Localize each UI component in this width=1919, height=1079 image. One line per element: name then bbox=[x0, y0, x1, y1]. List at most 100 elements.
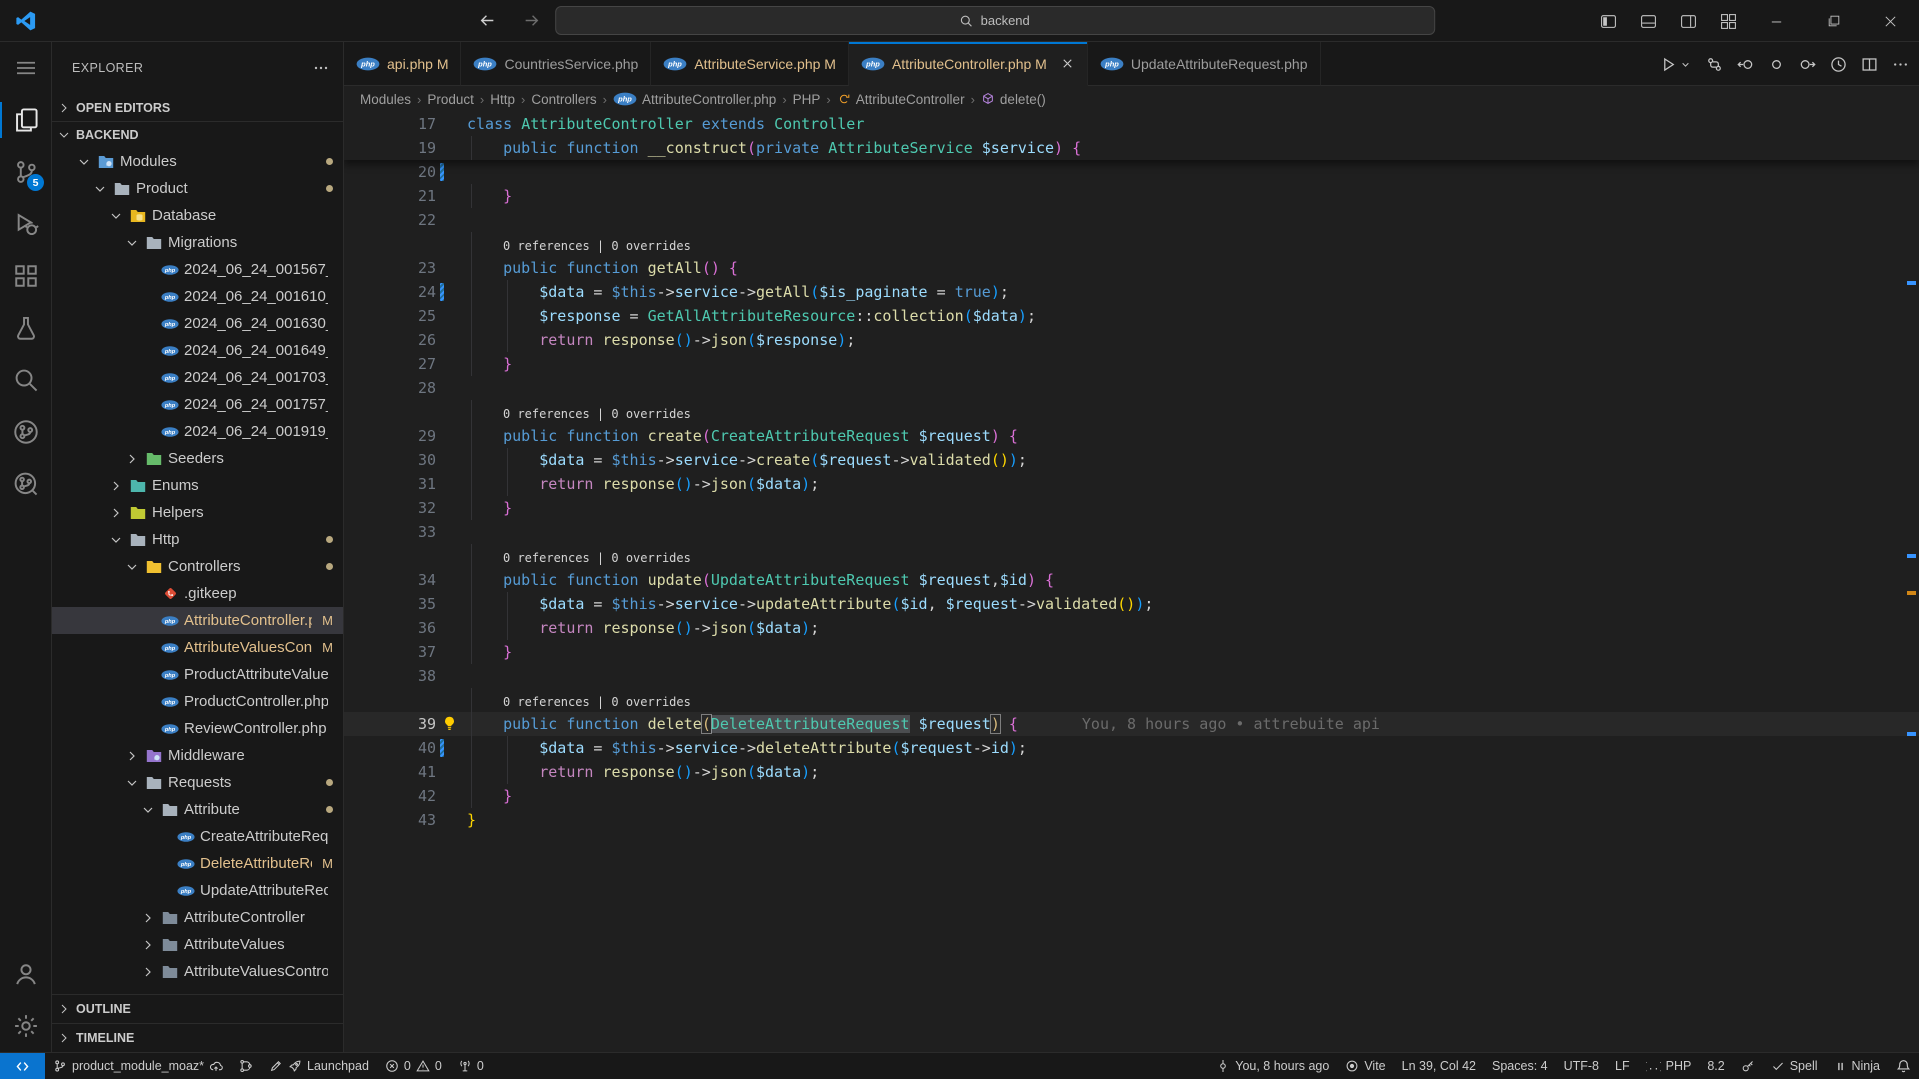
tree-item-2024-06-24-001919-create-revie-[interactable]: php2024_06_24_001919_create_revie... bbox=[52, 418, 343, 445]
code-editor[interactable]: 17class AttributeController extends Cont… bbox=[344, 112, 1919, 1052]
toggle-secondary-sidebar-button[interactable] bbox=[1668, 0, 1708, 42]
status-blame-summary[interactable]: You, 8 hours ago bbox=[1208, 1053, 1337, 1079]
tab-attributecontroller-php[interactable]: phpAttributeController.php M bbox=[849, 42, 1088, 86]
command-center-search[interactable]: backend bbox=[555, 6, 1435, 35]
activity-source-control-icon[interactable]: 5 bbox=[0, 146, 51, 198]
status-ninja[interactable]: Ninja bbox=[1826, 1053, 1889, 1079]
status-encoding[interactable]: UTF-8 bbox=[1556, 1053, 1607, 1079]
status-spell-checker[interactable]: Spell bbox=[1763, 1053, 1826, 1079]
tree-item-2024-06-24-001567-create-prod-[interactable]: php2024_06_24_001567_create_prod... bbox=[52, 256, 343, 283]
breadcrumb-item-attributecontroller[interactable]: AttributeController bbox=[837, 92, 965, 107]
tree-item-requests[interactable]: Requests bbox=[52, 769, 343, 796]
nav-back-button[interactable] bbox=[474, 8, 500, 34]
activity-run-and-debug-icon[interactable] bbox=[0, 198, 51, 250]
split-editor-icon[interactable] bbox=[1861, 56, 1878, 73]
tree-item-attributevaluescontroller-p-[interactable]: phpAttributeValuesController.p...M bbox=[52, 634, 343, 661]
status-remote-indicator[interactable] bbox=[0, 1053, 45, 1079]
file-history-icon[interactable] bbox=[1830, 56, 1847, 73]
codelens-row[interactable]: 0 references | 0 overrides bbox=[344, 544, 1919, 568]
codelens-label[interactable]: 0 references | 0 overrides bbox=[467, 239, 691, 253]
tree-item-seeders[interactable]: Seeders bbox=[52, 445, 343, 472]
activity-menu-icon[interactable] bbox=[0, 42, 51, 94]
run-dropdown[interactable] bbox=[1679, 58, 1692, 71]
tab-countriesservice-php[interactable]: phpCountriesService.php bbox=[461, 42, 651, 86]
tree-item-migrations[interactable]: Migrations bbox=[52, 229, 343, 256]
tree-item-2024-06-24-001610-create-prod-[interactable]: php2024_06_24_001610_create_prod... bbox=[52, 283, 343, 310]
previous-change-icon[interactable] bbox=[1737, 56, 1754, 73]
codelens-row[interactable]: 0 references | 0 overrides bbox=[344, 400, 1919, 424]
codelens-label[interactable]: 0 references | 0 overrides bbox=[467, 551, 691, 565]
close-window-button[interactable] bbox=[1862, 0, 1919, 42]
status-notifications[interactable] bbox=[1888, 1053, 1919, 1079]
status-gitlens-graph[interactable] bbox=[231, 1053, 261, 1079]
tree-item-reviewcontroller-php[interactable]: phpReviewController.php bbox=[52, 715, 343, 742]
status-eol[interactable]: LF bbox=[1607, 1053, 1638, 1079]
breadcrumb-item-http[interactable]: Http bbox=[490, 92, 515, 107]
activity-explorer-icon[interactable] bbox=[0, 94, 51, 146]
activity-gitlens-inspect-icon[interactable] bbox=[0, 458, 51, 510]
tree-item-attribute[interactable]: Attribute bbox=[52, 796, 343, 823]
tree-item-2024-06-24-001757-create-prod-[interactable]: php2024_06_24_001757_create_prod... bbox=[52, 391, 343, 418]
tree-item-http[interactable]: Http bbox=[52, 526, 343, 553]
current-change-icon[interactable] bbox=[1768, 56, 1785, 73]
tree-item-helpers[interactable]: Helpers bbox=[52, 499, 343, 526]
codelens-row[interactable]: 0 references | 0 overrides bbox=[344, 232, 1919, 256]
tree-item-attributevalues[interactable]: AttributeValues bbox=[52, 931, 343, 958]
breadcrumb-item-modules[interactable]: Modules bbox=[360, 92, 411, 107]
status-git-branch[interactable]: product_module_moaz* bbox=[45, 1053, 231, 1079]
next-change-icon[interactable] bbox=[1799, 56, 1816, 73]
tree-item-product[interactable]: Product bbox=[52, 175, 343, 202]
minimize-button[interactable] bbox=[1748, 0, 1805, 42]
breadcrumb-item-attributecontroller-php[interactable]: phpAttributeController.php bbox=[613, 92, 776, 107]
toggle-primary-sidebar-button[interactable] bbox=[1588, 0, 1628, 42]
status-cursor-position[interactable]: Ln 39, Col 42 bbox=[1394, 1053, 1484, 1079]
maximize-button[interactable] bbox=[1805, 0, 1862, 42]
outline-section[interactable]: OUTLINE bbox=[52, 994, 343, 1023]
tree-item-2024-06-24-001703-create-prod-[interactable]: php2024_06_24_001703_create_prod... bbox=[52, 364, 343, 391]
compare-changes-icon[interactable] bbox=[1706, 56, 1723, 73]
tree-item-enums[interactable]: Enums bbox=[52, 472, 343, 499]
tab-attributeservice-php[interactable]: phpAttributeService.php M bbox=[651, 42, 849, 86]
activity-search-icon[interactable] bbox=[0, 354, 51, 406]
status-indentation[interactable]: Spaces: 4 bbox=[1484, 1053, 1556, 1079]
tree-item-createattributerequest-php[interactable]: phpCreateAttributeRequest.php bbox=[52, 823, 343, 850]
tree-item-modules[interactable]: Modules bbox=[52, 148, 343, 175]
more-actions-icon[interactable] bbox=[1892, 56, 1909, 73]
status-ports[interactable]: 0 bbox=[450, 1053, 492, 1079]
breadcrumb-item-product[interactable]: Product bbox=[427, 92, 474, 107]
close-icon[interactable] bbox=[1060, 56, 1075, 71]
tree-item-attributevaluescontroller[interactable]: AttributeValuesController bbox=[52, 958, 343, 985]
activity-accounts-icon[interactable] bbox=[0, 948, 51, 1000]
activity-settings-icon[interactable] bbox=[0, 1000, 51, 1052]
nav-forward-button[interactable] bbox=[518, 8, 544, 34]
status-php-version[interactable]: 8.2 bbox=[1699, 1053, 1732, 1079]
workspace-root-section[interactable]: BACKEND bbox=[52, 121, 343, 148]
tab-updateattributerequest-php[interactable]: phpUpdateAttributeRequest.php bbox=[1088, 42, 1321, 86]
tree-item-productcontroller-php[interactable]: phpProductController.php bbox=[52, 688, 343, 715]
codelens-label[interactable]: 0 references | 0 overrides bbox=[467, 695, 691, 709]
activity-testing-icon[interactable] bbox=[0, 302, 51, 354]
run-button[interactable] bbox=[1660, 56, 1677, 73]
status-problems[interactable]: 00 bbox=[377, 1053, 450, 1079]
open-editors-section[interactable]: OPEN EDITORS bbox=[52, 94, 343, 121]
tree-item-productattributevaluescontroller-[interactable]: phpProductAttributeValuesController... bbox=[52, 661, 343, 688]
timeline-section[interactable]: TIMELINE bbox=[52, 1023, 343, 1052]
tree-item-updateattributerequest-php[interactable]: phpUpdateAttributeRequest.php bbox=[52, 877, 343, 904]
tree-item-attributecontroller-php[interactable]: phpAttributeController.phpM bbox=[52, 607, 343, 634]
breadcrumb-item-controllers[interactable]: Controllers bbox=[531, 92, 596, 107]
status-language-mode[interactable]: {..}PHP bbox=[1638, 1053, 1700, 1079]
tree-item-2024-06-24-001630-create-attri-[interactable]: php2024_06_24_001630_create_attri... bbox=[52, 310, 343, 337]
codelens-row[interactable]: 0 references | 0 overrides bbox=[344, 688, 1919, 712]
tree-item-controllers[interactable]: Controllers bbox=[52, 553, 343, 580]
tree-item-deleteattributerequest-php[interactable]: phpDeleteAttributeRequest.phpM bbox=[52, 850, 343, 877]
customize-layout-button[interactable] bbox=[1708, 0, 1748, 42]
codelens-label[interactable]: 0 references | 0 overrides bbox=[467, 407, 691, 421]
breadcrumb-item-delete-[interactable]: delete() bbox=[981, 92, 1046, 107]
tab-api-php[interactable]: phpapi.php M bbox=[344, 42, 461, 86]
status-launchpad[interactable]: Launchpad bbox=[261, 1053, 377, 1079]
breadcrumb-item-php[interactable]: PHP bbox=[793, 92, 821, 107]
activity-extensions-icon[interactable] bbox=[0, 250, 51, 302]
tree-item-attributecontroller[interactable]: AttributeController bbox=[52, 904, 343, 931]
toggle-panel-button[interactable] bbox=[1628, 0, 1668, 42]
status-vite[interactable]: Vite bbox=[1337, 1053, 1393, 1079]
